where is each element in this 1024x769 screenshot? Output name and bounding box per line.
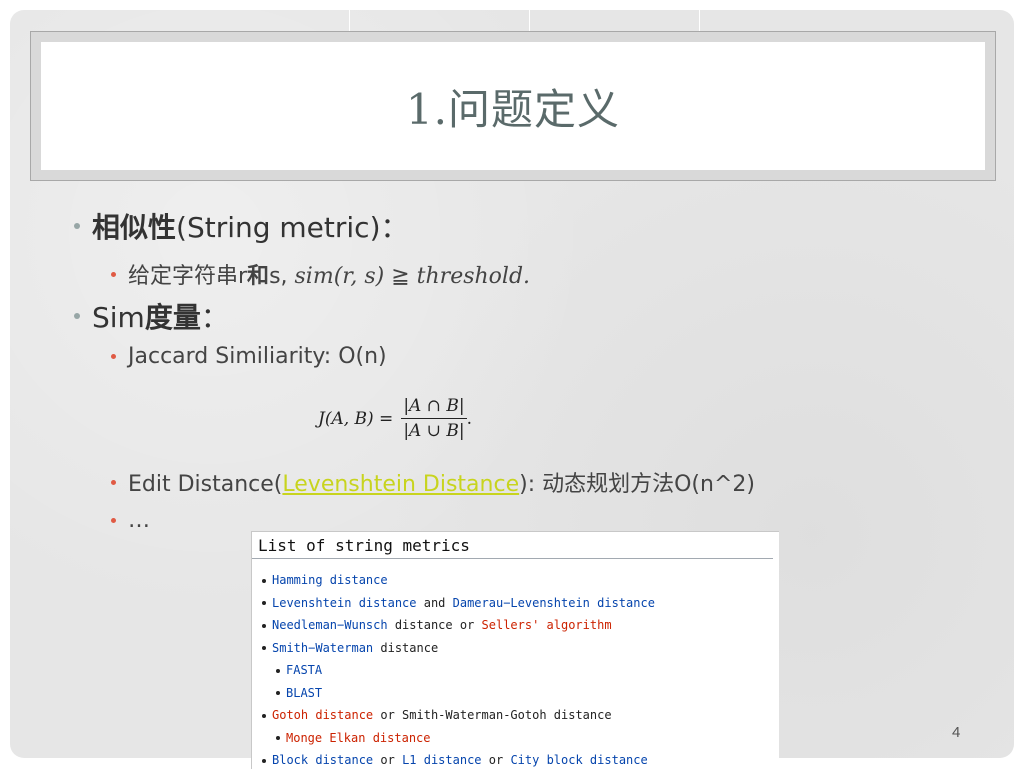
- bullet-string-metric: 相似性(String metric)：: [74, 206, 409, 246]
- metric-link-missing[interactable]: Gotoh distance: [272, 708, 373, 722]
- bullet-dot-icon: [111, 518, 116, 523]
- list-subitem: FASTA: [252, 659, 779, 682]
- connector-text: or Smith-Waterman-Gotoh distance: [373, 708, 612, 722]
- bullet-dot-icon: [111, 271, 116, 277]
- sub-bullet-ellipsis: …: [111, 508, 150, 533]
- metric-link-missing[interactable]: Monge Elkan distance: [286, 731, 431, 745]
- bullet-icon: [276, 668, 280, 673]
- sub-prefix: 给定字符串r: [128, 264, 248, 289]
- bullet-icon: [276, 736, 280, 740]
- list-subitem: Monge Elkan distance: [252, 727, 779, 750]
- bullet-icon: [262, 578, 266, 583]
- formula-fraction: |A ∩ B| |A ∪ B|: [401, 396, 467, 441]
- sim-colon: ：: [200, 301, 229, 334]
- edit-distance-text: Edit Distance(Levenshtein Distance): 动态规…: [128, 466, 755, 498]
- jaccard-formula: J(A, B) = |A ∩ B| |A ∪ B| .: [318, 396, 472, 441]
- ge-symbol: ≧: [384, 264, 417, 289]
- threshold-expression: threshold.: [416, 264, 531, 289]
- bullet-icon: [262, 646, 266, 650]
- title-box: 1.问题定义: [41, 42, 985, 170]
- bullet-text: Sim度量：: [92, 296, 229, 336]
- bullet-dot-icon: [74, 223, 80, 229]
- string-metrics-list: Hamming distance Levenshtein distance an…: [252, 569, 779, 769]
- list-item: Needleman−Wunsch distance or Sellers' al…: [252, 614, 779, 637]
- bullet-icon: [276, 691, 280, 695]
- metric-link[interactable]: Smith−Waterman: [272, 641, 373, 655]
- bullet-sim-measure: Sim度量：: [74, 296, 229, 336]
- bullet-dot-icon: [111, 354, 116, 359]
- slide-title: 1.问题定义: [405, 84, 621, 134]
- string-metrics-list-image: List of string metrics Hamming distance …: [251, 531, 779, 769]
- bullet-icon: [262, 713, 266, 718]
- sub-and: 和: [247, 264, 270, 289]
- formula-lhs: J(A, B) =: [318, 408, 394, 429]
- metric-link[interactable]: Hamming distance: [272, 573, 388, 587]
- bullet-dot-icon: [111, 479, 116, 485]
- bullet-dot-icon: [74, 313, 80, 319]
- sim-expression: sim(r, s): [294, 264, 385, 289]
- connector-text: or: [481, 753, 511, 767]
- title-frame: 1.问题定义: [30, 31, 996, 181]
- list-item: Smith−Waterman distance: [252, 637, 779, 660]
- sub-bullet-threshold: 给定字符串r和s, sim(r, s) ≧ threshold.: [111, 258, 530, 290]
- metric-link[interactable]: City block distance: [510, 753, 647, 767]
- list-item: Block distance or L1 distance or City bl…: [252, 749, 779, 769]
- connector-text: and: [416, 595, 453, 610]
- bullet-icon: [262, 758, 266, 763]
- connector-text: distance or: [387, 618, 482, 632]
- metric-link[interactable]: Damerau−Levenshtein distance: [453, 596, 655, 610]
- sub-s: s,: [269, 264, 295, 289]
- metric-link[interactable]: Needleman−Wunsch: [272, 618, 388, 632]
- bullet-label-bold: 相似性: [92, 211, 177, 244]
- jaccard-text: Jaccard Similiarity: O(n): [128, 344, 387, 369]
- bullet-icon: [262, 623, 266, 628]
- connector-text: or: [373, 753, 403, 767]
- bullet-icon: [262, 601, 266, 605]
- metric-link[interactable]: Block distance: [272, 753, 373, 767]
- formula-numerator: |A ∩ B|: [401, 396, 467, 419]
- sub-bullet-edit-distance: Edit Distance(Levenshtein Distance): 动态规…: [111, 466, 755, 498]
- metric-link[interactable]: Levenshtein distance: [272, 596, 417, 610]
- list-item: Gotoh distance or Smith-Waterman-Gotoh d…: [252, 704, 779, 727]
- edit-prefix: Edit Distance(: [128, 472, 283, 497]
- list-item: Levenshtein distance and Damerau−Levensh…: [252, 592, 779, 615]
- bullet-text: 相似性(String metric)：: [92, 206, 409, 246]
- levenshtein-link[interactable]: Levenshtein Distance: [282, 472, 519, 497]
- sub-bullet-text: 给定字符串r和s, sim(r, s) ≧ threshold.: [128, 258, 530, 290]
- connector-text: distance: [373, 640, 439, 655]
- metric-link-missing[interactable]: Sellers' algorithm: [482, 618, 612, 632]
- metric-link[interactable]: BLAST: [286, 686, 322, 700]
- sim-bold: 度量: [144, 301, 201, 334]
- sub-bullet-jaccard: Jaccard Similiarity: O(n): [111, 344, 387, 369]
- formula-tail: .: [466, 408, 472, 429]
- metric-link[interactable]: L1 distance: [402, 753, 481, 767]
- ellipsis-text: …: [128, 508, 150, 533]
- list-subitem: BLAST: [252, 682, 779, 705]
- formula-denominator: |A ∪ B|: [403, 421, 465, 441]
- bullet-label-rest: (String metric)：: [176, 211, 409, 244]
- edit-suffix: ): 动态规划方法O(n^2): [519, 472, 755, 497]
- sim-prefix: Sim: [92, 301, 145, 334]
- list-heading: List of string metrics: [252, 532, 773, 559]
- list-item: Hamming distance: [252, 569, 779, 592]
- page-number: 4: [952, 724, 961, 741]
- metric-link[interactable]: FASTA: [286, 663, 322, 677]
